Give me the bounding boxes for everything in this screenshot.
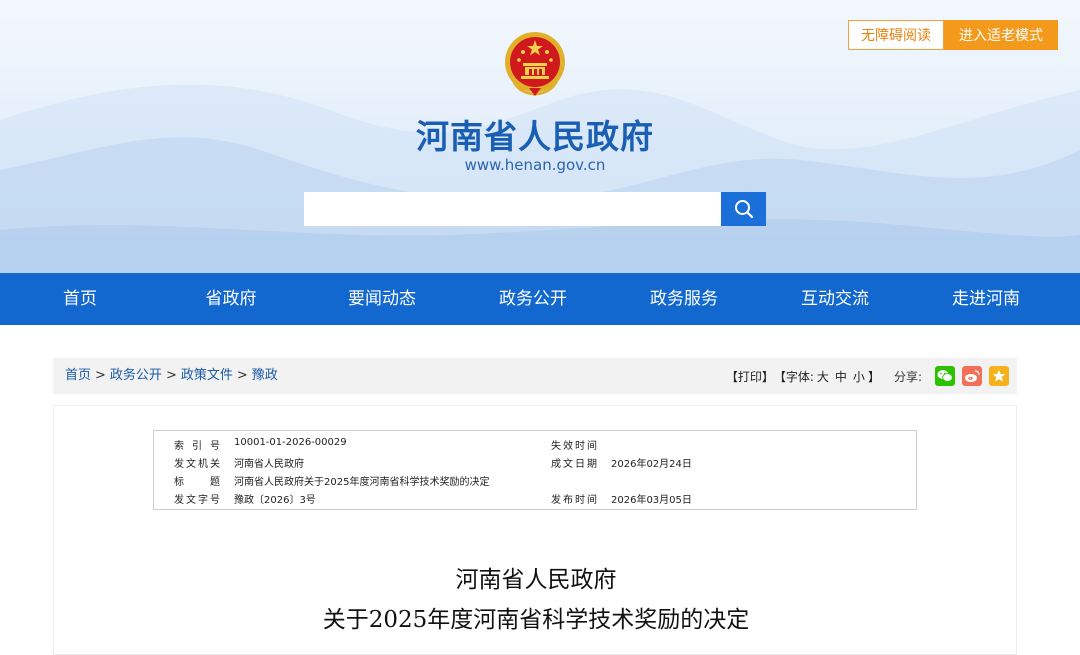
wechat-icon[interactable] [935, 366, 955, 386]
nav-item-about-henan[interactable]: 走进河南 [940, 273, 1032, 325]
main-nav: 首页 省政府 要闻动态 政务公开 政务服务 互动交流 走进河南 [0, 273, 1080, 325]
print-button[interactable]: 【打印】 [726, 368, 774, 385]
breadcrumb-separator: > [165, 368, 177, 383]
nav-item-government[interactable]: 省政府 [190, 273, 272, 325]
font-small-button[interactable]: 小 [853, 368, 865, 385]
site-title: 河南省人民政府 [416, 117, 654, 156]
weibo-icon[interactable] [962, 366, 982, 386]
search-input[interactable] [304, 192, 721, 226]
accessible-reading-button[interactable]: 无障碍阅读 [848, 20, 944, 50]
national-emblem-icon [505, 32, 565, 96]
font-medium-button[interactable]: 中 [835, 368, 847, 385]
document-meta-table: 索引号 10001-01-2026-00029 失效时间 发文机关 河南省人民政… [153, 430, 917, 510]
nav-item-interaction[interactable]: 互动交流 [789, 273, 881, 325]
breadcrumb-separator: > [95, 368, 106, 383]
meta-docno-value: 豫政〔2026〕3号 [234, 495, 316, 506]
meta-title-value: 河南省人民政府关于2025年度河南省科学技术奖励的决定 [234, 477, 490, 488]
site-url: www.henan.gov.cn [464, 156, 606, 174]
font-size-prefix: 【字体: [773, 369, 814, 384]
nav-item-open-affairs[interactable]: 政务公开 [487, 273, 579, 325]
search-bar [304, 192, 766, 226]
meta-title-label: 标题 [174, 477, 220, 488]
elder-mode-button[interactable]: 进入适老模式 [944, 20, 1058, 50]
site-header: 无障碍阅读 进入适老模式 河南省人民政府 www.henan.gov.cn [0, 0, 1080, 273]
nav-item-services[interactable]: 政务服务 [638, 273, 730, 325]
meta-publish-value: 2026年03月05日 [611, 495, 692, 506]
meta-docno-label: 发文字号 [174, 495, 220, 506]
document-title-line2: 关于2025年度河南省科学技术奖励的决定 [322, 607, 750, 633]
meta-index-value: 10001-01-2026-00029 [234, 437, 347, 448]
breadcrumb-separator: > [236, 368, 248, 383]
nav-item-home[interactable]: 首页 [44, 273, 116, 325]
breadcrumb: 首页 > 政务公开 > 政策文件 > 豫政 [65, 358, 278, 394]
document-title-line1: 河南省人民政府 [455, 567, 617, 593]
meta-issuer-value: 河南省人民政府 [234, 459, 304, 470]
meta-index-label: 索引号 [174, 441, 220, 452]
font-size-suffix: 】 [867, 369, 880, 384]
breadcrumb-yuzheng[interactable]: 豫政 [252, 368, 278, 383]
breadcrumb-policy-docs[interactable]: 政策文件 [181, 368, 233, 383]
share-label: 分享: [893, 369, 922, 384]
search-button[interactable] [721, 192, 766, 226]
meta-written-label: 成文日期 [551, 459, 597, 470]
meta-expire-label: 失效时间 [551, 441, 597, 452]
meta-issuer-label: 发文机关 [174, 459, 220, 470]
article-tools: 【打印】 【字体: 大 中 小 】 分享: [726, 358, 1009, 394]
font-large-button[interactable]: 大 [817, 368, 829, 385]
meta-publish-label: 发布时间 [551, 495, 597, 506]
search-icon [734, 200, 753, 219]
favorite-icon[interactable] [989, 366, 1009, 386]
breadcrumb-open-affairs[interactable]: 政务公开 [110, 368, 162, 383]
nav-item-news[interactable]: 要闻动态 [336, 273, 428, 325]
breadcrumb-home[interactable]: 首页 [65, 368, 91, 383]
breadcrumb-bar: 首页 > 政务公开 > 政策文件 > 豫政 【打印】 【字体: 大 中 小 】 分享: [53, 358, 1017, 394]
meta-written-value: 2026年02月24日 [611, 459, 692, 470]
accessibility-controls: 无障碍阅读 进入适老模式 [848, 20, 1058, 50]
